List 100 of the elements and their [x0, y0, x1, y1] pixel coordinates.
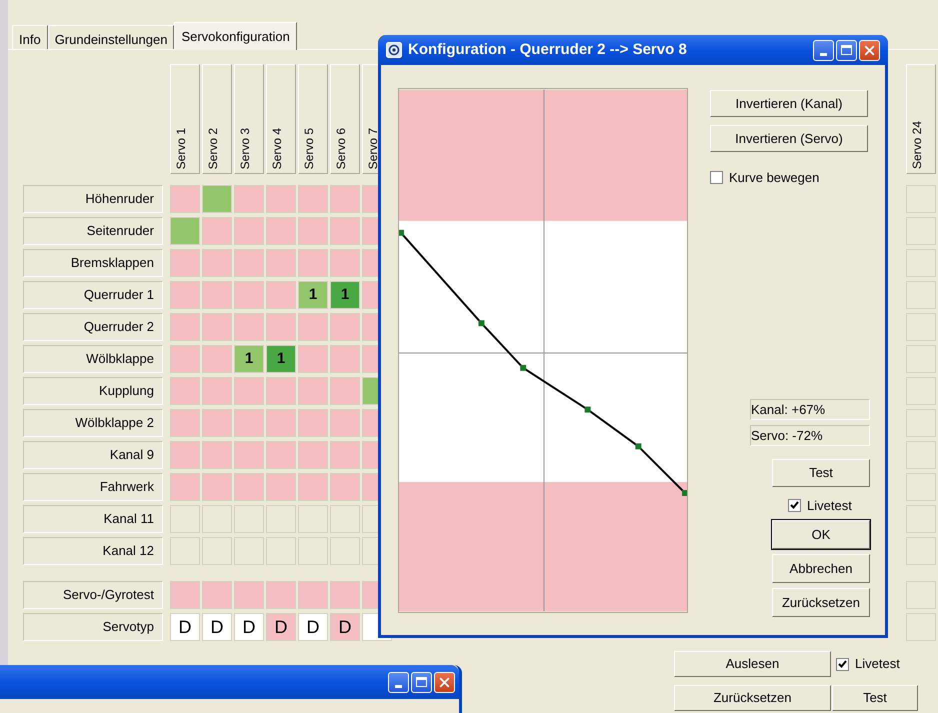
grid-cell[interactable] [266, 217, 296, 245]
grid-cell[interactable] [330, 377, 360, 405]
grid-cell[interactable] [298, 377, 328, 405]
minimize-button[interactable] [388, 672, 409, 692]
grid-cell[interactable]: 1 [330, 281, 360, 309]
grid-cell[interactable]: D [298, 613, 328, 641]
grid-cell[interactable] [234, 409, 264, 437]
grid-cell[interactable] [234, 281, 264, 309]
grid-cell[interactable] [266, 249, 296, 277]
grid-cell[interactable] [266, 441, 296, 469]
grid-cell[interactable] [330, 185, 360, 213]
grid-cell[interactable] [170, 313, 200, 341]
grid-cell[interactable] [298, 345, 328, 373]
grid-cell[interactable]: D [330, 613, 360, 641]
grid-cell[interactable] [234, 313, 264, 341]
grid-cell[interactable] [170, 345, 200, 373]
grid-cell[interactable] [266, 581, 296, 609]
grid-cell[interactable] [330, 345, 360, 373]
grid-cell[interactable] [906, 185, 936, 213]
grid-cell[interactable] [234, 185, 264, 213]
grid-cell[interactable] [298, 505, 328, 533]
grid-cell[interactable] [906, 409, 936, 437]
grid-cell[interactable] [906, 217, 936, 245]
grid-cell[interactable] [266, 377, 296, 405]
grid-cell[interactable] [170, 409, 200, 437]
grid-cell[interactable] [234, 581, 264, 609]
dialog-button[interactable]: Zurücksetzen [772, 588, 870, 617]
grid-cell[interactable] [170, 185, 200, 213]
grid-cell[interactable] [170, 281, 200, 309]
invert-button[interactable]: Invertieren (Servo) [710, 125, 868, 152]
grid-cell[interactable] [298, 249, 328, 277]
grid-cell[interactable] [202, 249, 232, 277]
minimize-button[interactable] [813, 40, 834, 60]
grid-cell[interactable] [266, 281, 296, 309]
invert-button[interactable]: Invertieren (Kanal) [710, 90, 868, 117]
grid-cell[interactable] [906, 249, 936, 277]
grid-cell[interactable]: D [202, 613, 232, 641]
grid-cell[interactable] [906, 505, 936, 533]
grid-cell[interactable] [266, 313, 296, 341]
grid-cell[interactable] [906, 313, 936, 341]
curve-drawing[interactable] [398, 88, 688, 613]
grid-cell[interactable] [330, 505, 360, 533]
grid-cell[interactable] [906, 537, 936, 565]
tab[interactable]: Servokonfiguration [174, 22, 297, 50]
grid-cell[interactable] [202, 473, 232, 501]
grid-cell[interactable] [330, 313, 360, 341]
grid-cell[interactable] [266, 505, 296, 533]
grid-cell[interactable] [202, 581, 232, 609]
grid-cell[interactable] [170, 581, 200, 609]
grid-cell[interactable] [266, 537, 296, 565]
grid-cell[interactable] [298, 473, 328, 501]
grid-cell[interactable] [202, 185, 232, 213]
grid-cell[interactable] [906, 345, 936, 373]
test-button[interactable]: Test [772, 458, 870, 486]
grid-cell[interactable] [234, 377, 264, 405]
grid-cell[interactable] [330, 473, 360, 501]
checkbox[interactable] [788, 498, 801, 512]
grid-cell[interactable] [906, 613, 936, 641]
grid-cell[interactable] [330, 441, 360, 469]
grid-cell[interactable] [906, 473, 936, 501]
grid-cell[interactable] [298, 537, 328, 565]
grid-cell[interactable]: D [234, 613, 264, 641]
read-button[interactable]: Auslesen [674, 651, 831, 677]
grid-cell[interactable]: 1 [234, 345, 264, 373]
close-button[interactable] [434, 672, 455, 692]
grid-cell[interactable] [234, 441, 264, 469]
dialog-button[interactable]: Abbrechen [772, 554, 870, 583]
grid-cell[interactable] [906, 377, 936, 405]
grid-cell[interactable] [170, 217, 200, 245]
grid-cell[interactable] [298, 441, 328, 469]
checkbox[interactable] [710, 171, 723, 184]
grid-cell[interactable] [330, 537, 360, 565]
checkbox[interactable] [836, 658, 849, 670]
grid-cell[interactable] [234, 505, 264, 533]
grid-cell[interactable] [202, 441, 232, 469]
grid-cell[interactable] [298, 185, 328, 213]
grid-cell[interactable] [234, 217, 264, 245]
grid-cell[interactable] [202, 377, 232, 405]
grid-cell[interactable] [234, 537, 264, 565]
grid-cell[interactable] [170, 473, 200, 501]
grid-cell[interactable] [202, 281, 232, 309]
grid-cell[interactable] [330, 409, 360, 437]
maximize-button[interactable] [411, 672, 432, 692]
test-button[interactable]: Test [832, 685, 918, 711]
grid-cell[interactable] [170, 249, 200, 277]
reset-button[interactable]: Zurücksetzen [674, 685, 831, 711]
grid-cell[interactable] [202, 313, 232, 341]
grid-cell[interactable] [266, 185, 296, 213]
grid-cell[interactable]: D [170, 613, 200, 641]
tab[interactable]: Info [12, 25, 48, 49]
grid-cell[interactable] [234, 249, 264, 277]
grid-cell[interactable] [906, 441, 936, 469]
grid-cell[interactable] [298, 581, 328, 609]
grid-cell[interactable] [298, 409, 328, 437]
grid-cell[interactable] [906, 281, 936, 309]
grid-cell[interactable] [170, 441, 200, 469]
grid-cell[interactable] [298, 217, 328, 245]
grid-cell[interactable] [202, 409, 232, 437]
grid-cell[interactable] [330, 217, 360, 245]
grid-cell[interactable] [298, 313, 328, 341]
